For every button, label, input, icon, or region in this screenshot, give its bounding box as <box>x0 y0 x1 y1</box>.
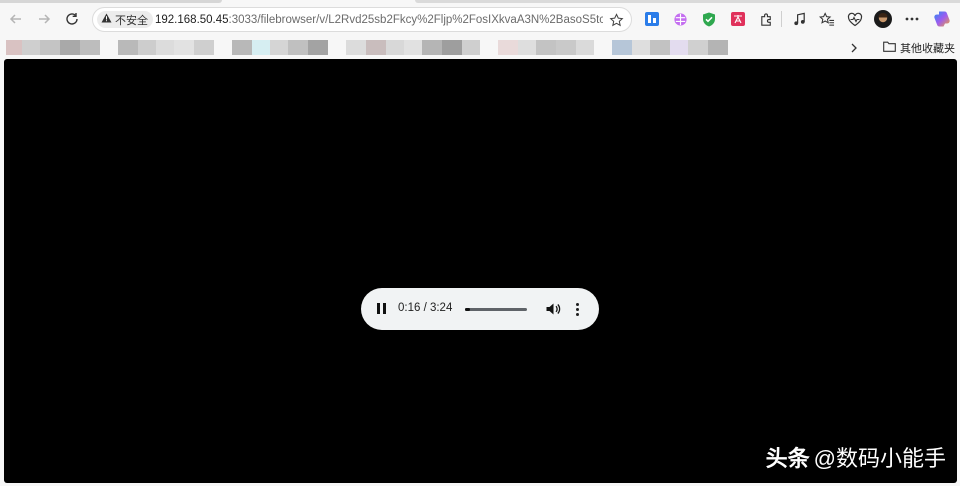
more-options-icon[interactable] <box>573 301 581 317</box>
toolbar-separator <box>781 11 782 27</box>
bookmark-item-blurred[interactable] <box>60 40 80 55</box>
bookmark-item-blurred[interactable] <box>80 40 100 55</box>
watermark-brand: 头条 <box>765 446 810 471</box>
bookmark-item-blurred[interactable] <box>632 40 650 55</box>
music-tab-icon[interactable] <box>790 10 808 28</box>
other-favorites-label: 其他收藏夹 <box>900 42 955 55</box>
pause-icon[interactable] <box>376 303 388 315</box>
bookmark-item-blurred[interactable] <box>232 40 252 55</box>
bookmark-item-blurred[interactable] <box>518 40 536 55</box>
bookmark-item-blurred[interactable] <box>366 40 386 55</box>
brain-icon[interactable] <box>671 10 689 28</box>
audio-player[interactable]: 0:16 / 3:24 <box>361 288 599 330</box>
bookmark-item-blurred[interactable] <box>156 40 174 55</box>
watermark: 头条 @数码小能手 <box>766 441 946 473</box>
forward-arrow-icon[interactable] <box>34 9 54 29</box>
address-bar[interactable]: 不安全 192.168.50.45:3033/filebrowser/v/L2R… <box>92 7 632 32</box>
bookmark-item-blurred[interactable] <box>612 40 632 55</box>
seek-slider[interactable] <box>465 308 527 311</box>
bookmarks-bar: 其他收藏夹 <box>0 38 960 58</box>
watermark-handle: @数码小能手 <box>813 446 946 471</box>
bookmark-item-blurred[interactable] <box>6 40 22 55</box>
bookmark-item-blurred[interactable] <box>404 40 422 55</box>
star-icon[interactable] <box>607 11 625 29</box>
bookmark-item-blurred[interactable] <box>288 40 308 55</box>
bookmark-item-blurred[interactable] <box>650 40 670 55</box>
bookmark-item-blurred[interactable] <box>688 40 708 55</box>
chevron-right-icon[interactable] <box>847 40 861 55</box>
time-display: 0:16 / 3:24 <box>398 302 453 314</box>
volume-icon[interactable] <box>545 301 561 317</box>
bookmark-item-blurred[interactable] <box>270 40 288 55</box>
reload-icon[interactable] <box>62 9 82 29</box>
bookmark-item-blurred[interactable] <box>22 40 40 55</box>
health-heart-icon[interactable] <box>846 10 864 28</box>
puzzle-icon[interactable] <box>757 10 775 28</box>
bookmark-item-blurred[interactable] <box>576 40 594 55</box>
copilot-icon[interactable] <box>933 10 951 28</box>
bookmark-item-blurred[interactable] <box>670 40 688 55</box>
seek-progress-fill <box>465 308 470 311</box>
tab-strip-edge <box>0 0 960 3</box>
browser-toolbar: 不安全 192.168.50.45:3033/filebrowser/v/L2R… <box>0 0 960 38</box>
bookmark-item-blurred[interactable] <box>194 40 214 55</box>
bookmark-item-blurred[interactable] <box>118 40 138 55</box>
warning-triangle-icon <box>101 13 112 26</box>
url-path: :3033/filebrowser/v/L2Rvd25sb2Fkcy%2Fljp… <box>228 14 603 26</box>
security-indicator[interactable]: 不安全 <box>97 11 153 28</box>
url-text[interactable]: 192.168.50.45:3033/filebrowser/v/L2Rvd25… <box>155 13 603 27</box>
bookmark-item-blurred[interactable] <box>252 40 270 55</box>
bookmark-item-blurred[interactable] <box>346 40 366 55</box>
bookmark-item-blurred[interactable] <box>40 40 60 55</box>
profile-avatar-icon[interactable] <box>874 10 892 28</box>
extension-blue-icon[interactable] <box>643 10 661 28</box>
bookmark-item-blurred[interactable] <box>556 40 576 55</box>
bookmark-item-blurred[interactable] <box>462 40 480 55</box>
bookmark-item-blurred[interactable] <box>536 40 556 55</box>
more-dots-icon[interactable] <box>903 10 921 28</box>
bookmark-item-blurred[interactable] <box>138 40 156 55</box>
other-favorites-folder[interactable]: 其他收藏夹 <box>883 39 955 56</box>
bookmark-item-blurred[interactable] <box>174 40 194 55</box>
bookmark-item-blurred[interactable] <box>308 40 328 55</box>
translate-icon[interactable] <box>729 10 747 28</box>
bookmark-item-blurred[interactable] <box>708 40 728 55</box>
bookmark-item-blurred[interactable] <box>442 40 462 55</box>
bookmark-item-blurred[interactable] <box>422 40 442 55</box>
bookmark-item-blurred[interactable] <box>386 40 404 55</box>
security-label: 不安全 <box>115 14 148 27</box>
favorites-icon[interactable] <box>818 10 836 28</box>
shield-check-icon[interactable] <box>700 10 718 28</box>
bookmark-item-blurred[interactable] <box>498 40 518 55</box>
folder-icon <box>883 41 896 55</box>
back-arrow-icon[interactable] <box>6 9 26 29</box>
url-host: 192.168.50.45 <box>155 14 229 26</box>
media-viewport: 0:16 / 3:24 头条 @数码小能手 <box>4 59 957 483</box>
